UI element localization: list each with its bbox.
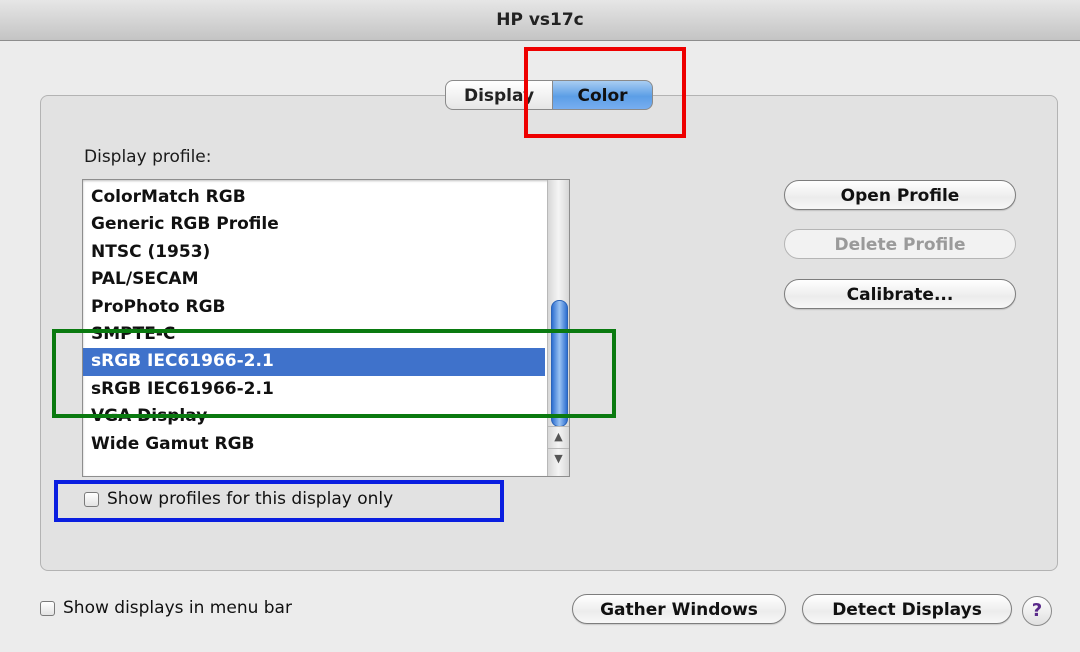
show-profiles-display-only-option[interactable]: Show profiles for this display only [84, 489, 393, 509]
profile-list[interactable]: ColorMatch RGB Generic RGB Profile NTSC … [82, 179, 570, 477]
window-titlebar: HP vs17c [0, 0, 1080, 41]
profile-item[interactable]: VGA Display [83, 403, 545, 430]
tab-segmented-control: Display Color [445, 80, 653, 112]
profile-item[interactable]: NTSC (1953) [83, 239, 545, 266]
profile-item[interactable]: Wide Gamut RGB [83, 431, 545, 458]
menu-bar-checkbox[interactable] [40, 600, 55, 616]
detect-displays-button[interactable]: Detect Displays [802, 594, 1012, 624]
show-displays-menu-bar-option[interactable]: Show displays in menu bar [40, 598, 292, 618]
tab-display[interactable]: Display [445, 80, 553, 110]
show-profiles-checkbox[interactable] [84, 491, 99, 507]
scroll-up-arrow-icon[interactable]: ▲ [548, 426, 569, 447]
show-profiles-label: Show profiles for this display only [107, 489, 394, 509]
scroll-down-arrow-icon[interactable]: ▼ [548, 448, 569, 469]
display-profile-label: Display profile: [84, 147, 212, 167]
help-icon[interactable]: ? [1022, 596, 1052, 626]
calibrate-button[interactable]: Calibrate... [784, 279, 1016, 309]
profile-item[interactable]: SMPTE-C [83, 321, 545, 348]
profile-item[interactable]: Generic RGB Profile [83, 211, 545, 238]
open-profile-button[interactable]: Open Profile [784, 180, 1016, 210]
profile-item[interactable]: sRGB IEC61966-2.1 [83, 376, 545, 403]
window-title: HP vs17c [496, 10, 584, 30]
profile-list-scrollbar[interactable]: ▲ ▼ [547, 180, 569, 476]
profile-item[interactable]: ColorMatch RGB [83, 184, 545, 211]
profile-item[interactable]: PAL/SECAM [83, 266, 545, 293]
tab-color[interactable]: Color [553, 80, 653, 110]
profile-item[interactable]: ProPhoto RGB [83, 294, 545, 321]
scrollbar-thumb[interactable] [551, 300, 568, 427]
gather-windows-button[interactable]: Gather Windows [572, 594, 786, 624]
profile-item-selected[interactable]: sRGB IEC61966-2.1 [83, 348, 545, 376]
delete-profile-button[interactable]: Delete Profile [784, 229, 1016, 259]
menu-bar-label: Show displays in menu bar [63, 598, 292, 618]
